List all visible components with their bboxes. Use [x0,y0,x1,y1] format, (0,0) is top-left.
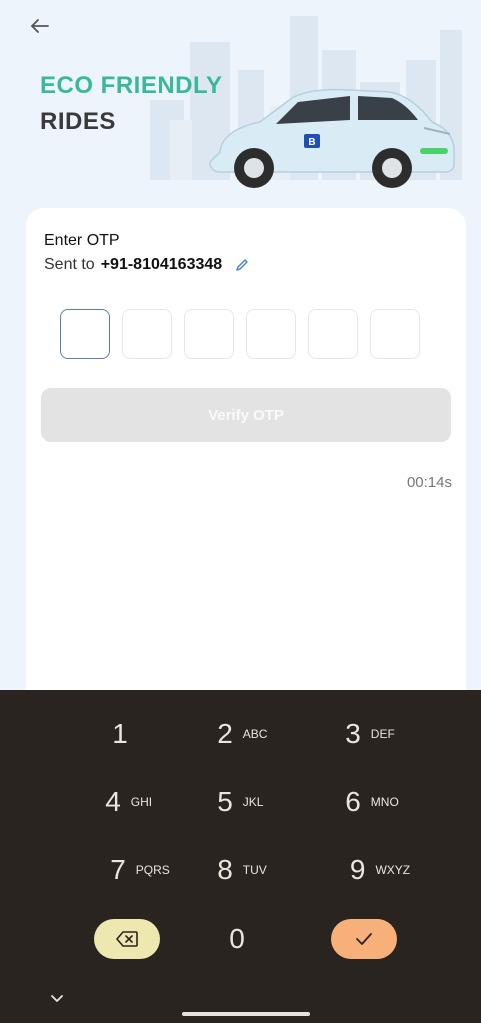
key-digit: 9 [349,854,366,885]
key-letters: ABC [242,727,268,741]
key-digit: 1 [112,718,128,749]
svg-text:B: B [308,137,315,148]
pencil-icon[interactable] [234,257,250,273]
backspace-key[interactable] [94,919,160,959]
back-button[interactable] [30,14,60,44]
otp-digit-3[interactable] [184,309,234,359]
key-letters: DEF [370,727,395,741]
otp-card: Enter OTP Sent to +91-8104163348 Verify … [26,208,466,708]
hide-keyboard-button[interactable] [45,987,69,1011]
hero-title-line1: ECO FRIENDLY [40,72,223,99]
key-5[interactable]: 5 JKL [182,776,312,828]
otp-screen: ECO FRIENDLY RIDES B Enter OTP Sent to +… [0,0,481,1023]
key-9[interactable]: 9 WXYZ [315,844,445,896]
key-digit: 0 [229,923,245,954]
check-icon [356,933,372,945]
key-letters: PQRS [135,863,170,877]
otp-digit-4[interactable] [246,309,296,359]
key-1[interactable]: 1 [55,708,185,760]
backspace-icon [116,931,138,947]
chevron-down-icon [51,995,63,1002]
otp-digit-1[interactable] [60,309,110,359]
resend-timer: 00:14s [406,474,452,491]
key-digit: 6 [345,786,361,817]
key-4[interactable]: 4 GHI [70,776,200,828]
key-digit: 2 [217,718,233,749]
hero-title-line2: RIDES [40,108,116,135]
otp-digit-2[interactable] [122,309,172,359]
key-digit: 5 [217,786,233,817]
otp-input-row [60,309,420,359]
otp-digit-5[interactable] [308,309,358,359]
sent-to-row: Sent to +91-8104163348 [44,256,250,274]
key-2[interactable]: 2 ABC [182,708,312,760]
key-digit: 7 [110,854,126,885]
enter-key[interactable] [331,919,397,959]
key-letters: MNO [370,795,399,809]
numeric-keyboard: 1 2 ABC 3 DEF 4 GHI 5 JKL 6 MNO 7 PQRS 8 [0,690,481,1023]
gesture-home-bar[interactable] [182,1012,310,1016]
key-3[interactable]: 3 DEF [310,708,440,760]
otp-heading: Enter OTP [44,232,120,249]
hero-banner: ECO FRIENDLY RIDES B [0,0,481,210]
car-illustration: B [209,88,455,188]
phone-number: +91-8104163348 [100,256,223,273]
verify-otp-button[interactable]: Verify OTP [41,388,451,442]
sent-to-label: Sent to [44,256,95,273]
key-letters: TUV [242,863,267,877]
key-digit: 4 [105,786,121,817]
key-letters: GHI [130,795,153,809]
key-digit: 8 [217,854,233,885]
otp-digit-6[interactable] [370,309,420,359]
key-6[interactable]: 6 MNO [310,776,440,828]
key-digit: 3 [345,718,361,749]
key-letters: WXYZ [375,863,411,877]
key-0[interactable]: 0 [172,913,302,965]
key-8[interactable]: 8 TUV [182,844,312,896]
key-letters: JKL [242,795,264,809]
arrow-left-icon [30,19,49,33]
